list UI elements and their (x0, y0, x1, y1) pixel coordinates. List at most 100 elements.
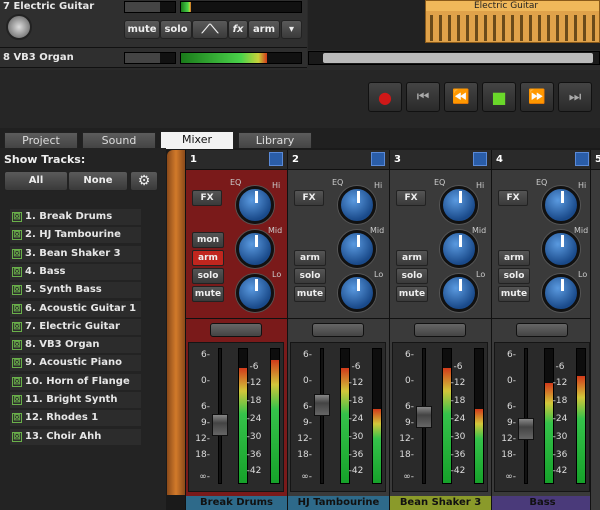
track-list-item[interactable]: ⊠ 12. Rhodes 1 (10, 410, 141, 427)
checkbox-icon[interactable]: ⊠ (12, 266, 22, 277)
track-menu-button[interactable]: ▾ (281, 20, 302, 39)
checkbox-icon[interactable]: ⊠ (12, 395, 22, 405)
arm-button[interactable]: arm (498, 250, 530, 266)
channel-strip-3: 3 FX EQ Hi Mid Lo arm solo mute 6- 0- 6- 9- 12- 18- ∞- -… (389, 150, 491, 510)
automation-button[interactable]: ⟋⟍ (192, 20, 228, 39)
checkbox-icon[interactable]: ⊠ (12, 376, 22, 387)
solo-button[interactable]: solo (192, 268, 224, 284)
eq-settings-icon[interactable] (371, 152, 385, 166)
pan-slider[interactable] (210, 323, 262, 337)
eq-mid-knob[interactable] (236, 230, 274, 268)
tab-library[interactable]: Library (238, 132, 312, 148)
eq-settings-icon[interactable] (473, 152, 487, 166)
eq-mid-knob[interactable] (338, 230, 376, 268)
meter-scale-label: -30 (246, 432, 262, 442)
volume-fader[interactable] (416, 405, 432, 428)
track-list-item[interactable]: ⊠11. Bright Synth Or... (10, 392, 141, 421)
tab-mixer[interactable]: Mixer (160, 131, 234, 149)
skip-end-button[interactable]: ⏭ (558, 82, 592, 112)
checkbox-icon[interactable]: ⊠ (12, 285, 22, 296)
track-list-item[interactable]: ⊠ 5. Synth Bass (10, 282, 141, 299)
volume-fader[interactable] (212, 414, 228, 436)
rewind-button[interactable]: ⏪ (444, 82, 478, 112)
checkbox-icon[interactable]: ⊠ (12, 248, 22, 259)
eq-lo-knob[interactable] (440, 274, 478, 312)
eq-settings-icon[interactable] (269, 152, 283, 166)
track-list-item[interactable]: ⊠ 1. Break Drums (10, 209, 141, 225)
volume-slider[interactable] (124, 1, 176, 13)
rewind-start-button[interactable]: ⏮ (406, 82, 440, 112)
eq-hi-knob[interactable] (542, 186, 580, 224)
monitor-button[interactable]: mon (192, 232, 224, 248)
pan-slider[interactable] (414, 323, 466, 337)
track-list-item[interactable]: ⊠ 8. VB3 Organ (10, 337, 141, 354)
clip-electric-guitar[interactable]: Electric Guitar (425, 0, 600, 43)
eq-settings-icon[interactable] (575, 152, 589, 166)
eq-hi-knob[interactable] (338, 186, 376, 224)
channel-strip-5: 5 (590, 150, 600, 510)
horizontal-scrollbar[interactable] (308, 51, 600, 65)
tab-sound[interactable]: Sound (82, 132, 156, 148)
fx-button[interactable]: FX (294, 190, 324, 206)
volume-fader[interactable] (518, 417, 534, 440)
checkbox-icon[interactable]: ⊠ (12, 230, 22, 241)
fx-button[interactable]: FX (498, 190, 528, 206)
eq-hi-knob[interactable] (440, 186, 478, 224)
fader-scale-label: 12- (501, 434, 516, 444)
track-list-item[interactable]: ⊠ 13. Choir Ahh (10, 428, 141, 445)
mute-button[interactable]: mute (396, 286, 428, 302)
eq-hi-knob[interactable] (236, 186, 274, 224)
track-list-item[interactable]: ⊠ 10. Horn of Flange (10, 373, 141, 390)
pan-slider[interactable] (312, 323, 364, 337)
solo-button[interactable]: solo (498, 268, 530, 284)
show-all-button[interactable]: All (4, 171, 68, 191)
record-button[interactable]: ● (368, 82, 402, 112)
track-list-item[interactable]: ⊠ 9. Acoustic Piano (10, 355, 141, 372)
checkbox-icon[interactable]: ⊠ (12, 431, 22, 442)
eq-lo-knob[interactable] (236, 274, 274, 312)
eq-mid-knob[interactable] (542, 230, 580, 268)
arm-button[interactable]: arm (396, 250, 428, 266)
stop-button[interactable]: ■ (482, 82, 516, 112)
checkbox-icon[interactable]: ⊠ (12, 358, 22, 369)
fx-button[interactable]: fx (228, 20, 248, 39)
fx-button[interactable]: FX (192, 190, 222, 206)
eq-lo-knob[interactable] (338, 274, 376, 312)
pan-slider[interactable] (516, 323, 568, 337)
mute-button[interactable]: mute (294, 286, 326, 302)
solo-button[interactable]: solo (294, 268, 326, 284)
forward-button[interactable]: ⏩ (520, 82, 554, 112)
track-list-item[interactable]: ⊠ 2. HJ Tambourine (10, 227, 141, 244)
arm-button[interactable]: arm (192, 250, 224, 266)
fx-button[interactable]: FX (396, 190, 426, 206)
checkbox-icon[interactable]: ⊠ (12, 340, 22, 351)
track-header-electric-guitar[interactable]: 7 Electric Guitar mute solo ⟋⟍ fx arm ▾ (0, 0, 307, 48)
channel-strip-2: 2 FX EQ Hi Mid Lo arm solo mute 6- 0- 6- 9- 12- 18- ∞- -… (287, 150, 389, 510)
eq-lo-knob[interactable] (542, 274, 580, 312)
scrollbar-thumb[interactable] (323, 53, 593, 63)
checkbox-icon[interactable]: ⊠ (12, 212, 22, 222)
volume-fader[interactable] (314, 393, 330, 416)
track-list-label: 6. Acoustic Guitar 1 (25, 302, 137, 314)
mute-button[interactable]: mute (192, 286, 224, 302)
arm-button[interactable]: arm (248, 20, 280, 39)
solo-button[interactable]: solo (160, 20, 192, 39)
tab-project[interactable]: Project (4, 132, 78, 148)
mute-button[interactable]: mute (124, 20, 160, 39)
track-list-item[interactable]: ⊠ 7. Electric Guitar (10, 318, 141, 335)
gear-icon[interactable]: ⚙ (130, 171, 158, 191)
track-list-item[interactable]: ⊠ 3. Bean Shaker 3 (10, 245, 141, 262)
track-header-vb3-organ[interactable]: 8 VB3 Organ (0, 48, 307, 68)
show-none-button[interactable]: None (68, 171, 128, 191)
solo-button[interactable]: solo (396, 268, 428, 284)
eq-mid-knob[interactable] (440, 230, 478, 268)
track-list-item[interactable]: ⊠ 4. Bass (10, 263, 141, 280)
checkbox-icon[interactable]: ⊠ (12, 321, 22, 332)
meter-scale-label: -6 (453, 362, 463, 372)
mute-button[interactable]: mute (498, 286, 530, 302)
track-list-item[interactable]: ⊠ 6. Acoustic Guitar 1 (10, 300, 141, 317)
volume-slider[interactable] (124, 52, 176, 64)
checkbox-icon[interactable]: ⊠ (12, 413, 22, 424)
checkbox-icon[interactable]: ⊠ (12, 303, 22, 314)
arm-button[interactable]: arm (294, 250, 326, 266)
